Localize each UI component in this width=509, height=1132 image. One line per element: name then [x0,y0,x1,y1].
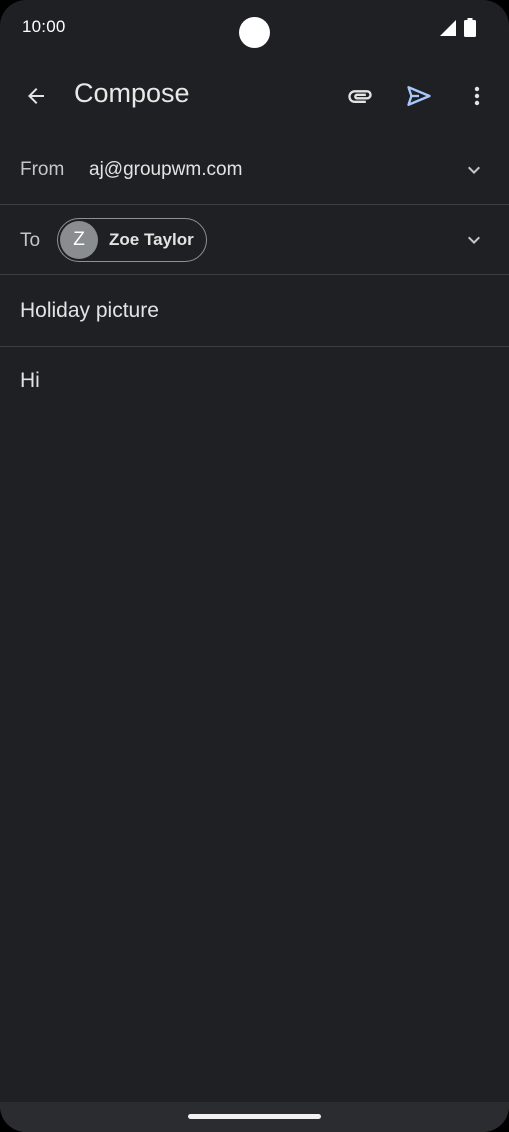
front-camera [239,17,270,48]
battery-icon [464,18,476,37]
to-label: To [20,230,41,251]
cellular-signal-icon [440,20,456,36]
navigation-bar [0,1102,509,1132]
page-title: Compose [74,78,190,108]
arrow-back-icon [28,88,44,104]
app-bar: Compose [0,60,509,132]
status-time: 10:00 [22,17,66,36]
back-button[interactable] [14,74,58,118]
send-button[interactable] [397,74,441,118]
subject-field[interactable]: Holiday picture [0,275,509,347]
to-field[interactable]: To Z Zoe Taylor [0,205,509,275]
from-field[interactable]: From aj@groupwm.com [0,134,509,205]
chevron-down-icon[interactable] [462,228,486,252]
attach-button[interactable] [338,74,382,118]
body-text: Hi [20,369,40,392]
more-vert-icon [474,86,480,106]
recipient-chip[interactable]: Z Zoe Taylor [57,218,207,262]
from-label: From [20,159,65,180]
send-icon [407,86,431,106]
from-address: aj@groupwm.com [89,159,243,180]
subject-input[interactable]: Holiday picture [20,299,159,323]
chevron-down-icon[interactable] [462,158,486,182]
avatar: Z [60,221,98,259]
compose-screen: 10:00 Compose From aj@groupwm.com To Z Z… [0,0,509,1132]
paperclip-icon [348,90,372,103]
recipient-name: Zoe Taylor [109,230,194,249]
body-editor[interactable]: Hi [0,347,509,1102]
more-options-button[interactable] [455,74,499,118]
home-gesture-handle[interactable] [188,1114,321,1119]
status-bar: 10:00 [0,0,509,56]
